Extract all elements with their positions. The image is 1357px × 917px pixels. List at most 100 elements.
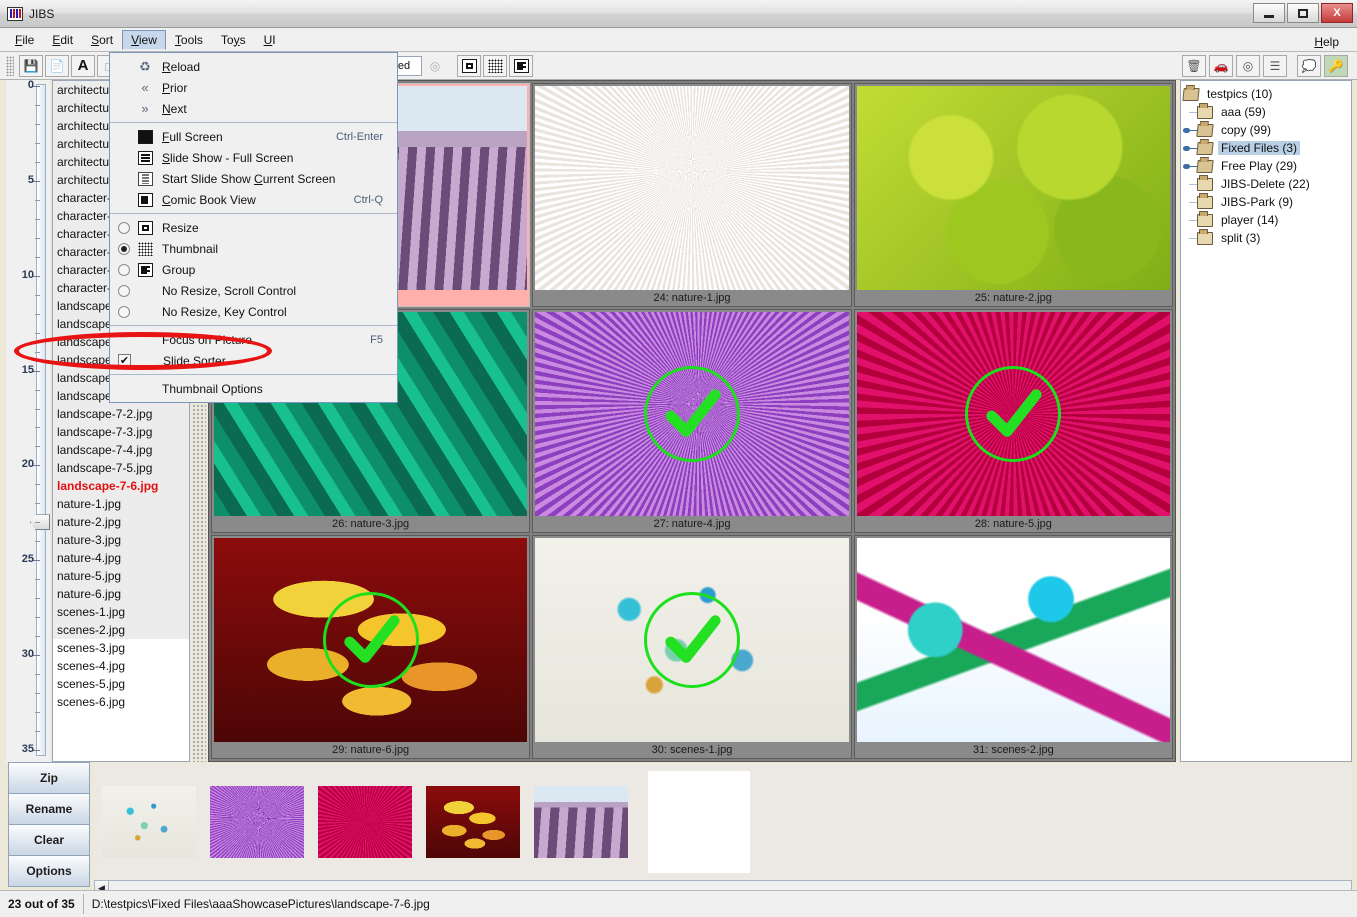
menu-view[interactable]: View [122,29,166,50]
zip-button[interactable]: Zip [8,762,90,794]
thumbnail-cell[interactable]: 25: nature-2.jpg [853,83,1173,307]
menu-item-prior[interactable]: « Prior [110,77,397,98]
tree-item[interactable]: split (3) [1183,228,1349,247]
menu-item-thumbnail-options[interactable]: Thumbnail Options [110,378,397,399]
filmstrip[interactable] [94,764,1352,880]
thumbnail-image[interactable] [856,86,1170,290]
menu-item-next[interactable]: » Next [110,98,397,119]
filmstrip-thumbnail[interactable] [102,786,196,858]
file-list-item[interactable]: landscape-7-4.jpg [53,441,189,459]
close-button[interactable]: X [1321,3,1353,23]
resize-view-icon[interactable] [457,54,481,77]
trash-icon[interactable]: 🗑 [1182,55,1206,77]
group-view-icon[interactable] [509,54,533,77]
thumbnail-cell[interactable]: 29: nature-6.jpg [211,535,531,759]
radio-button[interactable] [118,263,130,276]
menu-item-comic-book-view[interactable]: Comic Book View Ctrl-Q [110,189,397,210]
tree-item[interactable]: Fixed Files (3) [1183,139,1349,157]
menu-tools[interactable]: Tools [166,30,212,50]
tree-expand-icon[interactable] [1183,139,1197,157]
menu-sort[interactable]: Sort [82,30,122,50]
thumbnail-image[interactable] [535,538,849,742]
menu-item-thumbnail[interactable]: Thumbnail [110,238,397,259]
toolbar-grip[interactable] [6,55,14,76]
tree-item[interactable]: copy (99) [1183,121,1349,139]
save-as-icon[interactable]: 📄 [45,54,69,77]
save-icon[interactable]: 💾 [19,54,43,77]
maximize-button[interactable] [1287,3,1319,23]
minimize-button[interactable] [1253,3,1285,23]
filmstrip-thumbnail[interactable] [534,786,628,858]
thumbnail-cell[interactable]: 27: nature-4.jpg [532,309,852,533]
file-list-item[interactable]: scenes-2.jpg [53,621,189,639]
radio-button[interactable] [118,305,130,318]
menu-item-slide-sorter[interactable]: ✔ Slide Sorter [110,350,397,371]
thumbnail-image[interactable] [856,312,1170,516]
file-list-item[interactable]: nature-2.jpg [53,513,189,531]
thumbnail-cell[interactable]: 24: nature-1.jpg [532,83,852,307]
thumbnail-cell[interactable]: 28: nature-5.jpg [853,309,1173,533]
menu-item-full-screen[interactable]: Full Screen Ctrl-Enter [110,126,397,147]
clear-button[interactable]: Clear [8,824,90,856]
file-list-item[interactable]: nature-3.jpg [53,531,189,549]
tree-item[interactable]: aaa (59) [1183,102,1349,121]
file-list-item[interactable]: scenes-4.jpg [53,657,189,675]
tree-expand-icon[interactable] [1183,157,1197,175]
file-list-item[interactable]: scenes-1.jpg [53,603,189,621]
filmstrip-thumbnail[interactable] [318,786,412,858]
tree-item[interactable]: player (14) [1183,210,1349,229]
stack-icon[interactable]: ◎ [423,55,447,77]
file-list-item[interactable]: scenes-6.jpg [53,693,189,711]
tree-item[interactable]: Free Play (29) [1183,157,1349,175]
menu-item-start-slide-show-current-screen[interactable]: Start Slide Show Current Screen [110,168,397,189]
menu-toys[interactable]: Toys [212,30,255,50]
thumbnail-view-icon[interactable] [483,54,507,77]
folder-tree[interactable]: testpics (10) aaa (59) copy (99) Fixed File… [1180,80,1352,762]
menu-item-group[interactable]: Group [110,259,397,280]
filmstrip-thumbnail[interactable] [210,786,304,858]
position-slider[interactable]: 0 5 10 15 20 25 30 35 [6,79,50,762]
file-list-item[interactable]: landscape-7-3.jpg [53,423,189,441]
filmstrip-empty-slot[interactable] [648,771,750,873]
file-list-item[interactable]: landscape-7-2.jpg [53,405,189,423]
menu-item-resize[interactable]: Resize [110,217,397,238]
thumbnail-image[interactable] [214,538,528,742]
menu-item-no-resize-key-control[interactable]: No Resize, Key Control [110,301,397,322]
menu-item-slide-show-full-screen[interactable]: Slide Show - Full Screen [110,147,397,168]
rename-button[interactable]: Rename [8,793,90,825]
car-icon[interactable]: 🚗 [1209,55,1233,77]
key-icon[interactable]: 🔑 [1324,55,1348,77]
tree-item[interactable]: testpics (10) [1182,85,1349,103]
thumbnail-image[interactable] [535,312,849,516]
menu-edit[interactable]: Edit [43,30,82,50]
view-dropdown-menu[interactable]: ♻ Reload « Prior » Next Full Screen Ctrl-Enter S… [109,52,398,403]
menu-item-reload[interactable]: ♻ Reload [110,56,397,77]
slider-knob[interactable] [30,514,50,531]
menu-item-focus-on-picture[interactable]: Focus on Picture F5 [110,329,397,350]
menu-file[interactable]: File [6,30,43,50]
menu-ui[interactable]: UI [255,30,285,50]
file-list-item[interactable]: nature-6.jpg [53,585,189,603]
tree-expand-icon[interactable] [1183,121,1197,139]
file-list-item[interactable]: nature-1.jpg [53,495,189,513]
tree-item[interactable]: JIBS-Delete (22) [1183,174,1349,193]
checkbox[interactable]: ✔ [118,354,131,367]
thumbnail-image[interactable] [535,86,849,290]
font-icon[interactable]: A [71,54,95,77]
balloon-icon[interactable]: 💭 [1297,55,1321,77]
menu-help[interactable]: Help [1308,32,1345,52]
file-list-item[interactable]: scenes-3.jpg [53,639,189,657]
file-list-item[interactable]: scenes-5.jpg [53,675,189,693]
file-list-item[interactable]: landscape-7-6.jpg [53,477,189,495]
spiral-icon[interactable]: ◎ [1236,55,1260,77]
thumbnail-image[interactable] [856,538,1170,742]
file-list-item[interactable]: nature-4.jpg [53,549,189,567]
file-list-item[interactable]: landscape-7-5.jpg [53,459,189,477]
menu-item-no-resize-scroll-control[interactable]: No Resize, Scroll Control [110,280,397,301]
thumbnail-cell[interactable]: 30: scenes-1.jpg [532,535,852,759]
radio-button[interactable] [118,242,130,255]
lines-icon[interactable]: ☰ [1263,55,1287,77]
tree-item[interactable]: JIBS-Park (9) [1183,192,1349,211]
file-list-item[interactable]: nature-5.jpg [53,567,189,585]
radio-button[interactable] [118,221,130,234]
